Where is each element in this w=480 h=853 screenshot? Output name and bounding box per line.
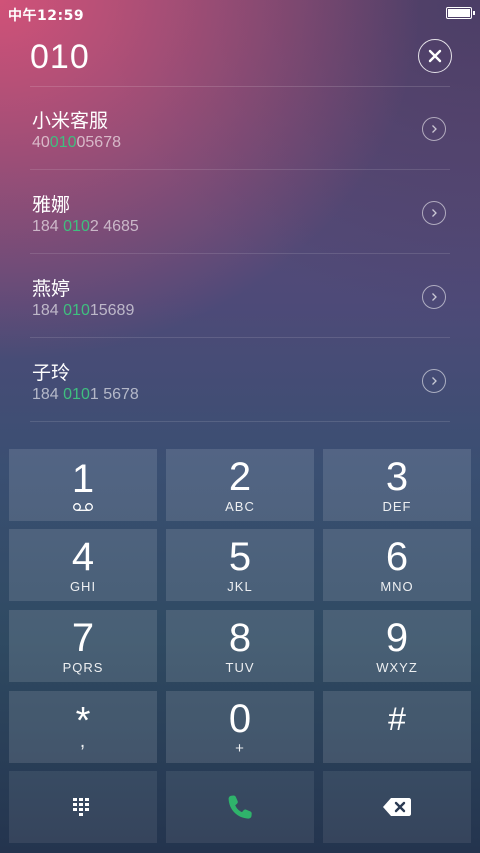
dialpad-icon — [73, 798, 89, 816]
number-match-highlight: 010 — [63, 302, 90, 319]
key-letters: TUV — [225, 659, 255, 675]
key-2[interactable]: 2 ABC — [166, 449, 314, 521]
chevron-right-icon — [432, 293, 437, 301]
key-8[interactable]: 8 TUV — [166, 610, 314, 682]
key-letters: PQRS — [62, 659, 104, 675]
key-digit: 9 — [385, 615, 409, 660]
number-match-highlight: 010 — [49, 134, 77, 151]
contact-result-row[interactable]: 雅娜 184 0102 4685 — [0, 170, 480, 254]
key-9[interactable]: 9 WXYZ — [323, 610, 471, 682]
key-digit: 0 — [228, 696, 252, 741]
typed-number[interactable]: 010 — [30, 38, 90, 77]
key-5[interactable]: 5 JKL — [166, 529, 314, 601]
clear-input-button[interactable] — [418, 39, 452, 73]
key-6[interactable]: 6 MNO — [323, 529, 471, 601]
battery-full-icon — [446, 7, 475, 19]
key-digit: 6 — [385, 534, 409, 579]
key-star[interactable]: * , — [9, 691, 157, 763]
contact-name: 燕婷 — [32, 278, 71, 300]
key-letters: , — [79, 730, 87, 752]
key-0[interactable]: 0 + — [166, 691, 314, 763]
dial-input-row: 010 — [0, 30, 480, 86]
contact-detail-button[interactable] — [422, 117, 446, 141]
contact-detail-button[interactable] — [422, 369, 446, 393]
voicemail-icon — [73, 502, 93, 511]
contact-name: 小米客服 — [32, 110, 109, 132]
key-letters: + — [235, 739, 245, 757]
key-digit: 8 — [228, 615, 252, 660]
key-letters: MNO — [380, 578, 414, 594]
key-digit: 4 — [71, 534, 95, 579]
dialpad-toggle-button[interactable] — [9, 771, 157, 843]
contact-detail-button[interactable] — [422, 201, 446, 225]
status-bar: 中午12:59 — [0, 0, 480, 26]
status-time: 中午12:59 — [8, 8, 85, 24]
key-hash[interactable]: # — [323, 691, 471, 763]
key-3[interactable]: 3 DEF — [323, 449, 471, 521]
backspace-icon — [383, 798, 411, 816]
key-7[interactable]: 7 PQRS — [9, 610, 157, 682]
key-digit: 2 — [228, 454, 252, 499]
key-letters: GHI — [69, 578, 97, 594]
key-digit: 1 — [71, 456, 95, 501]
contact-name: 雅娜 — [32, 194, 71, 216]
contact-name: 子玲 — [32, 362, 71, 384]
contact-results-list: 小米客服 4001005678 雅娜 184 0102 4685 燕婷 184 … — [0, 86, 480, 422]
contact-number: 184 0101 5678 — [32, 386, 139, 403]
chevron-right-icon — [432, 377, 437, 385]
call-button[interactable] — [166, 771, 314, 843]
contact-number: 184 01015689 — [32, 302, 135, 319]
key-1[interactable]: 1 — [9, 449, 157, 521]
number-match-highlight: 010 — [63, 386, 90, 403]
number-match-highlight: 010 — [63, 218, 90, 235]
phone-call-icon — [228, 795, 252, 819]
close-icon — [428, 49, 442, 63]
chevron-right-icon — [432, 209, 437, 217]
contact-result-row[interactable]: 小米客服 4001005678 — [0, 86, 480, 170]
contact-number: 184 0102 4685 — [32, 218, 139, 235]
contact-number: 4001005678 — [32, 134, 121, 151]
key-digit: 5 — [228, 534, 252, 579]
contact-result-row[interactable]: 子玲 184 0101 5678 — [0, 338, 480, 422]
key-letters: ABC — [225, 498, 255, 514]
key-digit: 7 — [71, 615, 95, 660]
contact-detail-button[interactable] — [422, 285, 446, 309]
key-4[interactable]: 4 GHI — [9, 529, 157, 601]
chevron-right-icon — [432, 125, 437, 133]
key-letters: JKL — [227, 578, 253, 594]
key-digit: 3 — [385, 454, 409, 499]
contact-result-row[interactable]: 燕婷 184 01015689 — [0, 254, 480, 338]
key-letters: WXYZ — [376, 659, 418, 675]
key-letters: DEF — [382, 498, 412, 514]
backspace-button[interactable] — [323, 771, 471, 843]
key-digit: # — [388, 701, 406, 737]
